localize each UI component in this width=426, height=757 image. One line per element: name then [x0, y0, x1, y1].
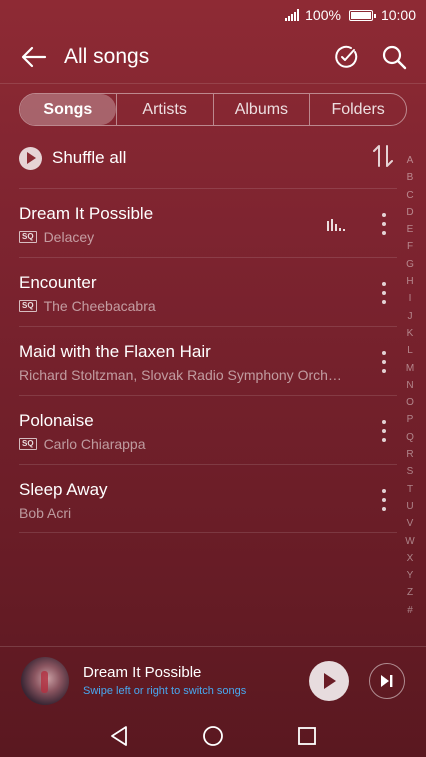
index-letter[interactable]: I	[409, 290, 412, 307]
song-artist: SQ The Cheebacabra	[19, 298, 156, 314]
index-letter[interactable]: S	[407, 463, 414, 480]
tab-folders[interactable]: Folders	[309, 94, 406, 125]
index-letter[interactable]: #	[407, 602, 413, 619]
nav-home-button[interactable]	[201, 724, 225, 748]
skip-next-icon	[381, 674, 393, 687]
sq-badge: SQ	[19, 438, 37, 450]
tab-albums[interactable]: Albums	[212, 94, 310, 125]
artist-name: Delacey	[43, 229, 95, 245]
song-row[interactable]: Dream It Possible SQ Delacey	[19, 188, 397, 257]
now-playing-title: Dream It Possible	[83, 664, 202, 681]
index-letter[interactable]: M	[406, 360, 414, 377]
alphabet-index-bar[interactable]: A B C D E F G H I J K L M N O P Q R S T …	[404, 152, 416, 619]
swipe-hint: Swipe left or right to switch songs	[83, 685, 247, 697]
category-tabs: Songs Artists Albums Folders	[19, 93, 407, 126]
more-options-button[interactable]	[376, 211, 392, 237]
index-letter[interactable]: B	[407, 169, 414, 186]
index-letter[interactable]: C	[406, 187, 413, 204]
song-row[interactable]: Maid with the Flaxen Hair Richard Stoltz…	[19, 326, 397, 395]
song-row[interactable]: Encounter SQ The Cheebacabra	[19, 257, 397, 326]
index-letter[interactable]: Q	[406, 429, 414, 446]
system-nav-bar	[0, 714, 426, 757]
index-letter[interactable]: Z	[407, 584, 413, 601]
index-letter[interactable]: L	[407, 342, 413, 359]
index-letter[interactable]: G	[406, 256, 414, 273]
song-artist: SQ Carlo Chiarappa	[19, 436, 146, 452]
song-artist: Richard Stoltzman, Slovak Radio Symphony…	[19, 367, 342, 383]
more-options-button[interactable]	[376, 280, 392, 306]
signal-icon	[285, 9, 300, 21]
artist-name: Bob Acri	[19, 505, 72, 521]
album-art[interactable]	[21, 656, 69, 705]
index-letter[interactable]: E	[407, 221, 414, 238]
batch-select-button[interactable]	[330, 41, 362, 73]
back-button[interactable]	[18, 41, 50, 73]
battery-percent: 100%	[305, 7, 341, 23]
song-list: Dream It Possible SQ Delacey Encounter S…	[19, 188, 397, 533]
sort-button[interactable]	[373, 144, 393, 173]
song-artist: Bob Acri	[19, 505, 71, 521]
index-letter[interactable]: V	[407, 515, 414, 532]
app-bar: All songs	[0, 30, 426, 84]
tab-songs[interactable]: Songs	[20, 94, 116, 125]
index-letter[interactable]: J	[408, 308, 413, 325]
next-button[interactable]	[369, 662, 405, 699]
nav-back-button[interactable]	[107, 724, 131, 748]
more-options-button[interactable]	[376, 487, 392, 513]
back-arrow-icon	[21, 46, 47, 67]
mini-player[interactable]: Dream It Possible Swipe left or right to…	[0, 646, 426, 714]
index-letter[interactable]: R	[406, 446, 413, 463]
more-options-button[interactable]	[376, 418, 392, 444]
tab-artists[interactable]: Artists	[115, 94, 213, 125]
index-letter[interactable]: F	[407, 238, 413, 255]
shuffle-all-row[interactable]: Shuffle all	[0, 138, 426, 178]
more-options-button[interactable]	[376, 349, 392, 375]
index-letter[interactable]: K	[407, 325, 414, 342]
search-icon	[382, 45, 407, 69]
page-title: All songs	[64, 44, 150, 68]
now-playing-equalizer-icon	[327, 219, 345, 231]
index-letter[interactable]: Y	[407, 567, 414, 584]
index-letter[interactable]: H	[406, 273, 413, 290]
sort-icon	[373, 144, 393, 167]
song-title: Maid with the Flaxen Hair	[19, 342, 211, 361]
index-letter[interactable]: O	[406, 394, 414, 411]
song-row[interactable]: Polonaise SQ Carlo Chiarappa	[19, 395, 397, 464]
search-button[interactable]	[378, 41, 410, 73]
song-title: Sleep Away	[19, 480, 108, 499]
song-artist: SQ Delacey	[19, 229, 94, 245]
song-title: Polonaise	[19, 411, 94, 430]
play-button[interactable]	[309, 660, 349, 701]
nav-recents-button[interactable]	[295, 724, 319, 748]
play-icon	[324, 672, 336, 689]
shuffle-all-label: Shuffle all	[52, 148, 127, 167]
index-letter[interactable]: D	[406, 204, 413, 221]
song-title: Encounter	[19, 273, 97, 292]
artist-name: The Cheebacabra	[43, 298, 156, 314]
now-playing-info[interactable]: Dream It Possible Swipe left or right to…	[83, 664, 309, 697]
index-letter[interactable]: A	[407, 152, 414, 169]
index-letter[interactable]: T	[407, 481, 413, 498]
play-circle-icon	[19, 146, 42, 170]
sq-badge: SQ	[19, 300, 37, 312]
artist-name: Carlo Chiarappa	[43, 436, 146, 452]
artist-name: Richard Stoltzman, Slovak Radio Symphony…	[19, 367, 342, 383]
square-recents-icon	[298, 726, 316, 745]
check-circle-icon	[335, 45, 358, 68]
index-letter[interactable]: X	[407, 550, 414, 567]
index-letter[interactable]: P	[407, 411, 414, 428]
song-title: Dream It Possible	[19, 204, 154, 223]
status-bar: 100% 10:00	[0, 0, 426, 30]
triangle-back-icon	[111, 725, 127, 746]
circle-home-icon	[203, 725, 223, 746]
song-row[interactable]: Sleep Away Bob Acri	[19, 464, 397, 533]
index-letter[interactable]: W	[405, 533, 414, 550]
battery-icon	[348, 9, 376, 21]
index-letter[interactable]: U	[406, 498, 413, 515]
sq-badge: SQ	[19, 231, 37, 243]
clock: 10:00	[380, 7, 416, 23]
index-letter[interactable]: N	[406, 377, 413, 394]
